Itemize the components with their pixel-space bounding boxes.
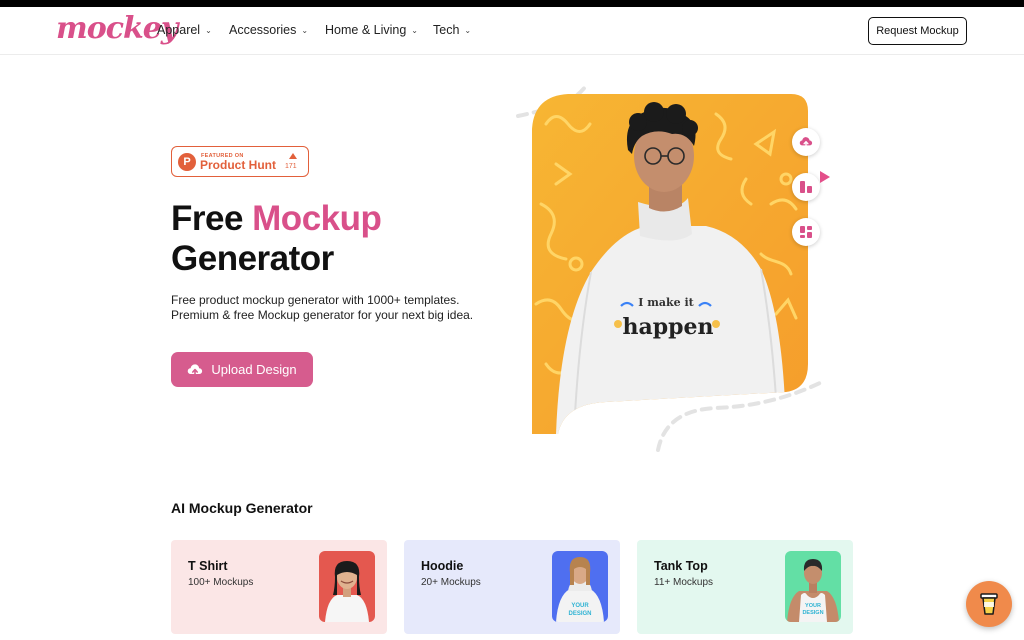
chevron-down-icon: ⌄	[411, 25, 418, 35]
card-title: Tank Top	[654, 559, 708, 573]
window-top-bar	[0, 0, 1024, 7]
nav-item-label: Tech	[433, 23, 460, 37]
play-icon[interactable]	[820, 171, 830, 183]
card-hoodie[interactable]: Hoodie 20+ Mockups YOUR DESIGN	[404, 540, 620, 634]
cloud-upload-icon	[188, 363, 203, 377]
hoodie-print-line1: YOUR	[571, 603, 589, 609]
nav-item-label: Home & Living	[325, 23, 407, 37]
nav-item-apparel[interactable]: Apparel ⌄	[157, 23, 212, 37]
cloud-upload-icon	[799, 137, 813, 148]
grid-tool-button[interactable]	[792, 218, 820, 246]
card-t-shirt[interactable]: T Shirt 100+ Mockups	[171, 540, 387, 634]
chevron-down-icon: ⌄	[464, 25, 472, 35]
chevron-down-icon: ⌄	[205, 25, 212, 35]
hero-title-part1: Free	[171, 199, 253, 238]
card-count: 20+ Mockups	[421, 577, 481, 588]
shirt-print-line2: happen	[622, 314, 713, 340]
coffee-cup-icon	[980, 593, 998, 615]
tank-top-thumbnail: YOUR DESIGN	[785, 551, 841, 622]
card-title: T Shirt	[188, 559, 228, 573]
card-tank-top[interactable]: Tank Top 11+ Mockups YOUR DESIGN	[637, 540, 853, 634]
hero-title-accent: Mockup	[252, 199, 382, 238]
hoodie-print-line2: DESIGN	[568, 611, 591, 617]
card-count: 11+ Mockups	[654, 577, 714, 588]
product-hunt-logo-icon: P	[178, 153, 196, 171]
card-title: Hoodie	[421, 559, 464, 573]
hero-title: Free Mockup Generator	[171, 199, 382, 279]
nav-item-label: Accessories	[229, 23, 297, 37]
tank-print-line2: DESIGN	[802, 610, 823, 616]
layout-tool-button[interactable]	[792, 173, 820, 201]
t-shirt-thumbnail	[319, 551, 375, 622]
chevron-down-icon: ⌄	[301, 25, 309, 35]
tank-print-line1: YOUR	[805, 603, 821, 609]
hero-title-part2: Generator	[171, 239, 334, 278]
hero-description: Free product mockup generator with 1000+…	[171, 293, 474, 322]
product-hunt-name: Product Hunt	[200, 158, 276, 172]
layers-icon	[800, 181, 812, 193]
request-mockup-button[interactable]: Request Mockup	[868, 17, 967, 45]
upload-design-button[interactable]: Upload Design	[171, 352, 313, 387]
upload-tool-button[interactable]	[792, 128, 820, 156]
card-count: 100+ Mockups	[188, 577, 254, 588]
upload-design-label: Upload Design	[211, 362, 297, 377]
nav-item-home-living[interactable]: Home & Living ⌄	[325, 23, 418, 37]
nav-item-tech[interactable]: Tech ⌄	[433, 23, 471, 37]
product-hunt-badge[interactable]: P FEATURED ON Product Hunt 171	[171, 146, 309, 177]
section-title: AI Mockup Generator	[171, 500, 313, 516]
hero-mockup-image: I make it happen	[516, 84, 824, 452]
upvote-arrow-icon	[289, 153, 297, 159]
shirt-print-line1: I make it	[638, 296, 694, 309]
nav-item-accessories[interactable]: Accessories ⌄	[229, 23, 308, 37]
nav-item-label: Apparel	[157, 23, 201, 37]
hoodie-thumbnail: YOUR DESIGN	[552, 551, 608, 622]
buy-me-a-coffee-button[interactable]	[966, 581, 1012, 627]
grid-icon	[800, 226, 812, 238]
upvote-count: 171	[285, 163, 297, 170]
top-navigation: mockey Apparel ⌄ Accessories ⌄ Home & Li…	[0, 7, 1024, 55]
